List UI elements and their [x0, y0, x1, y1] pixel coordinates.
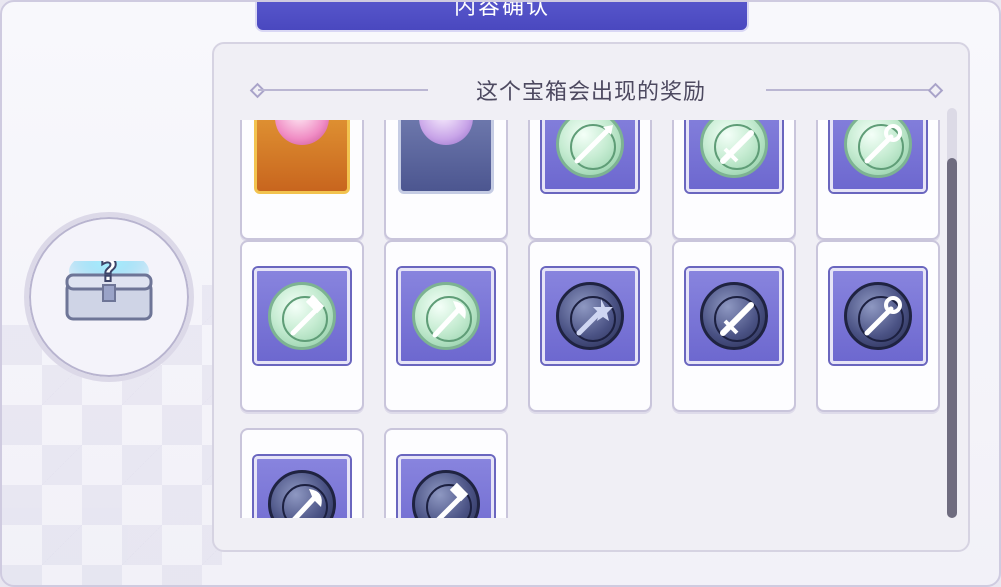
- panel-header: 这个宝箱会出现的奖励: [214, 72, 968, 108]
- reward-item[interactable]: [240, 120, 364, 240]
- green-staff-coin-icon: [844, 120, 912, 178]
- reward-item[interactable]: [384, 428, 508, 518]
- reward-icon-frame: [254, 456, 350, 518]
- divider-line: [766, 89, 934, 91]
- green-hammer-coin-icon: [268, 282, 336, 350]
- dark-sword-coin-icon: [700, 282, 768, 350]
- reward-item[interactable]: [384, 120, 508, 240]
- dark-staff-coin-icon: [844, 282, 912, 350]
- dialog-title: 内容确认: [255, 2, 749, 32]
- reward-item[interactable]: [672, 120, 796, 240]
- reward-item[interactable]: [816, 120, 940, 240]
- reward-icon-frame: [254, 268, 350, 364]
- reward-item[interactable]: [528, 240, 652, 412]
- green-axe-coin-icon: [412, 282, 480, 350]
- rewards-grid-viewport[interactable]: [240, 120, 944, 518]
- reward-item[interactable]: [240, 240, 364, 412]
- purple-cross-gem-card-icon: [398, 120, 494, 194]
- green-sword-coin-icon: [700, 120, 768, 178]
- reward-item[interactable]: [528, 120, 652, 240]
- reward-item[interactable]: [672, 240, 796, 412]
- reward-item[interactable]: [384, 240, 508, 412]
- mystery-chest-icon: ?: [65, 261, 153, 321]
- scrollbar-thumb[interactable]: [947, 158, 957, 518]
- reward-icon-frame: [398, 268, 494, 364]
- reward-icon-frame: [542, 120, 638, 192]
- reward-icon-frame: [830, 120, 926, 192]
- reward-item[interactable]: [240, 428, 364, 518]
- dark-axe-coin-icon: [268, 470, 336, 518]
- pink-sword-gem-card-icon: [254, 120, 350, 194]
- reward-icon-frame: [686, 120, 782, 192]
- dark-hammer-coin-icon: [412, 470, 480, 518]
- reward-confirm-dialog: 内容确认 ? 这个宝箱会出现的奖励: [0, 0, 1001, 587]
- svg-text:?: ?: [100, 261, 117, 289]
- chest-medal: ?: [24, 212, 194, 382]
- dark-wand-coin-icon: [556, 282, 624, 350]
- rewards-scrollbar[interactable]: [947, 108, 957, 518]
- reward-item[interactable]: [816, 240, 940, 412]
- reward-icon-frame: [542, 268, 638, 364]
- reward-icon-frame: [686, 268, 782, 364]
- reward-icon-frame: [398, 456, 494, 518]
- green-spear-coin-icon: [556, 120, 624, 178]
- reward-icon-frame: [830, 268, 926, 364]
